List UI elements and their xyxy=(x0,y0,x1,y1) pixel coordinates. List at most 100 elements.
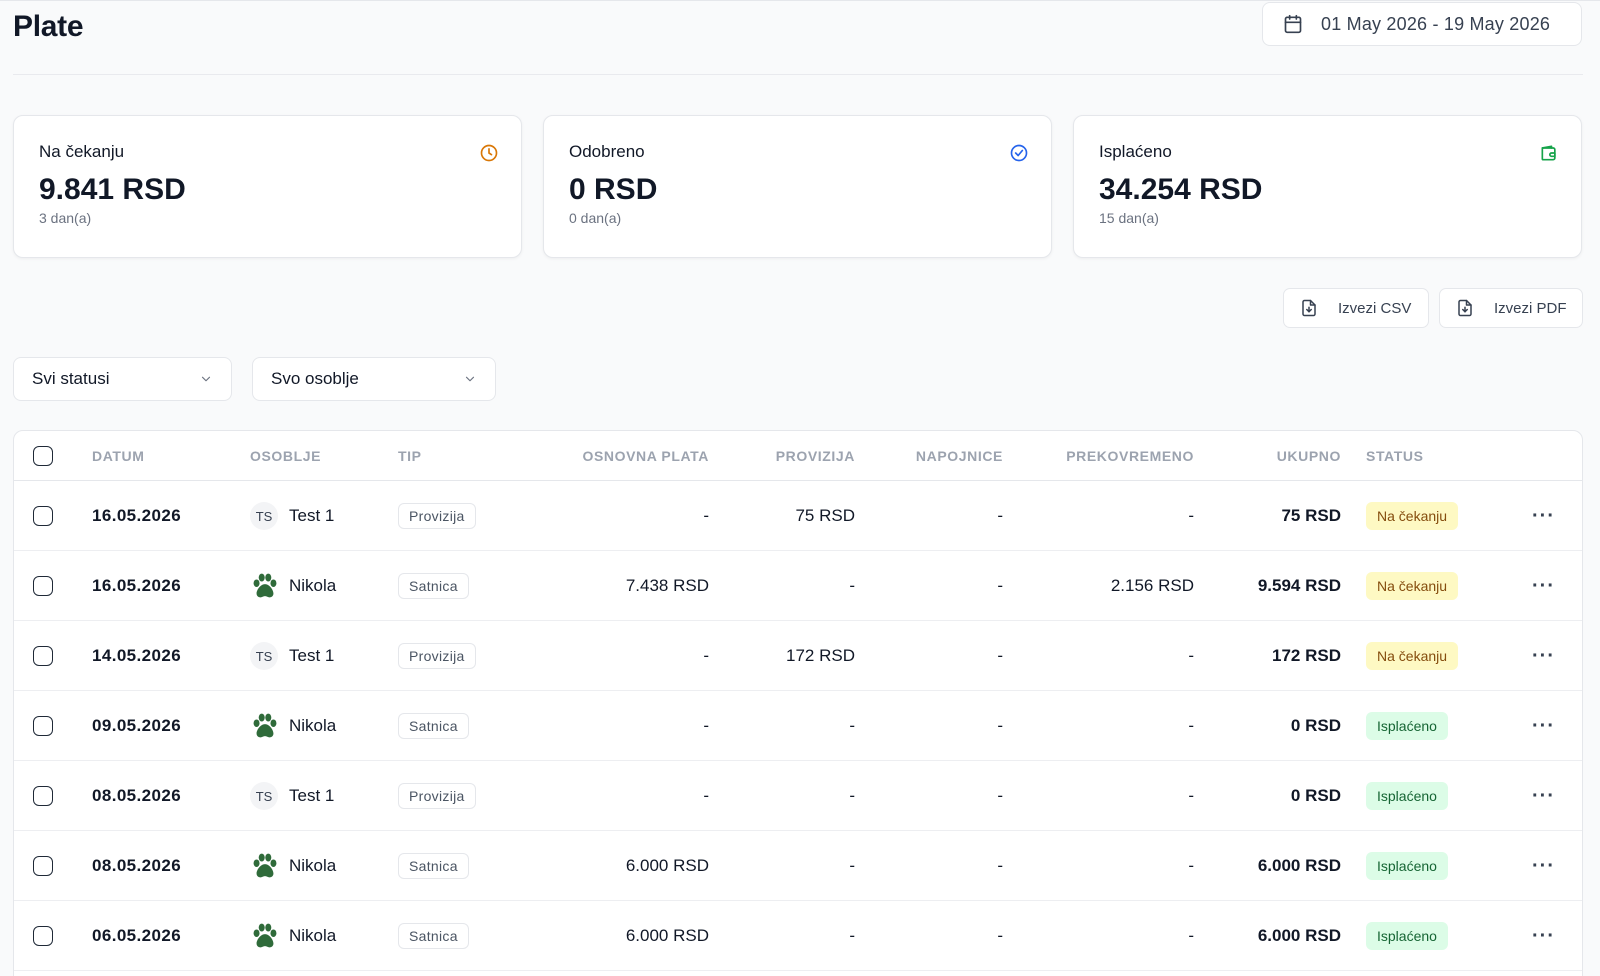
row-date: 16.05.2026 xyxy=(92,506,182,525)
row-status: Na čekanju xyxy=(1366,481,1459,551)
export-pdf-button[interactable]: Izvezi PDF xyxy=(1439,288,1583,328)
row-tips: - xyxy=(997,506,1003,525)
row-tips: - xyxy=(997,856,1003,875)
row-commission: 172 RSD xyxy=(786,646,855,665)
export-pdf-label: Izvezi PDF xyxy=(1494,299,1567,317)
row-actions: ··· xyxy=(1532,761,1555,831)
col-osoblje[interactable]: OSOBLJE xyxy=(250,431,321,481)
row-commission: - xyxy=(849,786,855,805)
table-row[interactable]: 09.05.2026 Nikola Satnica - - - - 0 RSD … xyxy=(14,691,1582,761)
table-row[interactable]: 16.05.2026 TS Test 1 Provizija - 75 RSD … xyxy=(14,481,1582,551)
row-actions: ··· xyxy=(1532,551,1555,621)
row-type: Satnica xyxy=(398,691,469,761)
table-row[interactable]: 16.05.2026 Nikola Satnica 7.438 RSD - - … xyxy=(14,551,1582,621)
chevron-down-icon xyxy=(465,376,475,382)
row-staff: Nikola xyxy=(250,551,336,621)
page-title: Plate xyxy=(13,10,84,43)
row-commission: - xyxy=(849,926,855,945)
col-osnovna-plata[interactable]: OSNOVNA PLATA xyxy=(544,431,709,481)
row-checkbox[interactable] xyxy=(33,786,53,806)
table-row[interactable]: 08.05.2026 TS Test 1 Provizija - - - - 0… xyxy=(14,761,1582,831)
table-row[interactable]: 08.05.2026 Nikola Satnica 6.000 RSD - - … xyxy=(14,831,1582,901)
row-type: Satnica xyxy=(398,901,469,971)
type-badge: Provizija xyxy=(398,643,476,669)
col-napojnice[interactable]: NAPOJNICE xyxy=(864,431,1003,481)
card-sub: 3 dan(a) xyxy=(39,210,92,226)
card-label: Odobreno xyxy=(569,142,645,161)
row-overtime: 2.156 RSD xyxy=(1110,576,1194,595)
row-checkbox[interactable] xyxy=(33,576,53,596)
file-download-icon xyxy=(1458,299,1472,317)
row-base-salary: - xyxy=(703,716,709,735)
row-status: Isplaćeno xyxy=(1366,761,1448,831)
row-total: 0 RSD xyxy=(1290,786,1341,805)
more-actions-icon[interactable]: ··· xyxy=(1532,505,1555,528)
row-select-cell xyxy=(33,901,53,971)
row-date: 06.05.2026 xyxy=(92,926,182,945)
row-date: 08.05.2026 xyxy=(92,856,182,875)
col-datum[interactable]: DATUM xyxy=(92,431,145,481)
row-checkbox[interactable] xyxy=(33,506,53,526)
col-tip[interactable]: TIP xyxy=(398,431,422,481)
row-staff-name: Nikola xyxy=(289,576,337,595)
row-tips: - xyxy=(997,576,1003,595)
date-range-picker[interactable]: 01 May 2026 - 19 May 2026 xyxy=(1262,2,1582,46)
row-tips: - xyxy=(997,786,1003,805)
row-select-cell xyxy=(33,761,53,831)
row-staff-name: Test 1 xyxy=(289,786,335,805)
card-label: Na čekanju xyxy=(39,142,125,161)
table-body: 16.05.2026 TS Test 1 Provizija - 75 RSD … xyxy=(14,481,1582,971)
row-select-cell xyxy=(33,691,53,761)
avatar-initials: TS xyxy=(250,782,278,810)
row-overtime: - xyxy=(1188,786,1194,805)
row-tips: - xyxy=(997,716,1003,735)
row-checkbox[interactable] xyxy=(33,716,53,736)
paw-icon xyxy=(250,571,280,601)
row-checkbox[interactable] xyxy=(33,856,53,876)
row-total: 0 RSD xyxy=(1290,716,1341,735)
row-total: 9.594 RSD xyxy=(1257,576,1341,595)
row-staff: TS Test 1 xyxy=(250,621,334,691)
clock-icon xyxy=(480,144,498,162)
row-checkbox[interactable] xyxy=(33,646,53,666)
more-actions-icon[interactable]: ··· xyxy=(1532,855,1555,878)
calendar-icon xyxy=(1284,14,1302,34)
select-all-checkbox[interactable] xyxy=(33,446,53,466)
row-date: 08.05.2026 xyxy=(92,786,182,805)
card-paid: Isplaćeno 34.254 RSD 15 dan(a) xyxy=(1073,115,1582,258)
status-badge: Na čekanju xyxy=(1366,642,1459,670)
status-filter-select[interactable]: Svi statusi xyxy=(13,357,232,401)
row-staff: TS Test 1 xyxy=(250,761,334,831)
more-actions-icon[interactable]: ··· xyxy=(1532,715,1555,738)
row-staff-name: Test 1 xyxy=(289,646,335,665)
export-csv-button[interactable]: Izvezi CSV xyxy=(1283,288,1429,328)
row-select-cell xyxy=(33,551,53,621)
row-staff: TS Test 1 xyxy=(250,481,334,551)
type-badge: Satnica xyxy=(398,573,469,599)
row-base-salary: 6.000 RSD xyxy=(625,926,709,945)
more-actions-icon[interactable]: ··· xyxy=(1532,645,1555,668)
row-status: Na čekanju xyxy=(1366,551,1459,621)
row-actions: ··· xyxy=(1532,691,1555,761)
more-actions-icon[interactable]: ··· xyxy=(1532,575,1555,598)
row-commission: 75 RSD xyxy=(795,506,855,525)
more-actions-icon[interactable]: ··· xyxy=(1532,785,1555,808)
more-actions-icon[interactable]: ··· xyxy=(1532,925,1555,948)
col-provizija[interactable]: PROVIZIJA xyxy=(714,431,855,481)
card-sub: 0 dan(a) xyxy=(569,210,622,226)
row-status: Na čekanju xyxy=(1366,621,1459,691)
row-checkbox[interactable] xyxy=(33,926,53,946)
row-overtime: - xyxy=(1188,716,1194,735)
row-date: 09.05.2026 xyxy=(92,716,182,735)
staff-filter-select[interactable]: Svo osoblje xyxy=(252,357,496,401)
table-row[interactable]: 06.05.2026 Nikola Satnica 6.000 RSD - - … xyxy=(14,901,1582,971)
col-prekovremeno[interactable]: PREKOVREMENO xyxy=(1014,431,1194,481)
row-overtime: - xyxy=(1188,646,1194,665)
card-value: 0 RSD xyxy=(569,173,658,206)
col-status[interactable]: STATUS xyxy=(1366,431,1424,481)
row-tips: - xyxy=(997,926,1003,945)
row-base-salary: 7.438 RSD xyxy=(625,576,709,595)
summary-cards: Na čekanju 9.841 RSD 3 dan(a) Odobreno 0… xyxy=(13,115,1583,258)
col-ukupno[interactable]: UKUPNO xyxy=(1204,431,1341,481)
table-row[interactable]: 14.05.2026 TS Test 1 Provizija - 172 RSD… xyxy=(14,621,1582,691)
